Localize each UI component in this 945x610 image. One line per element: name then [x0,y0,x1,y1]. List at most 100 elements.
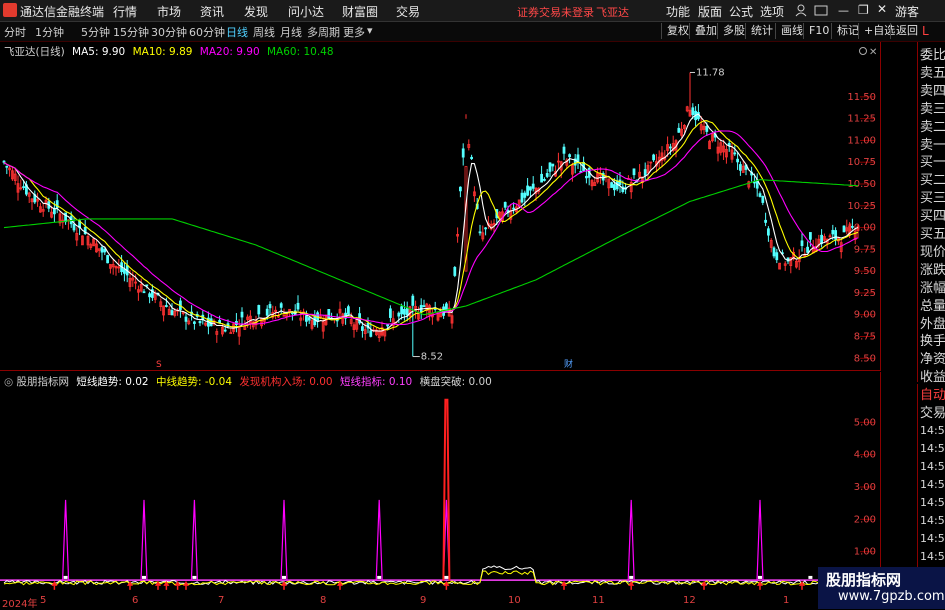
high-annotation: 11.78 [696,67,725,78]
candle-body [369,330,373,337]
candle-body [193,321,196,324]
watermark-title: 股朋指标网 [826,571,902,589]
candle-body [361,326,364,331]
window-menu-formula[interactable]: 公式 [729,3,753,20]
candle-body [669,146,672,149]
indicator-spike [140,499,148,581]
btn-back[interactable]: 返回 [890,23,923,39]
breakout-marker [192,575,197,579]
candle-body [767,228,770,236]
candle-body [523,192,527,198]
candle-body [123,269,126,274]
y-tick-label: 8.75 [854,332,876,343]
btn-f10[interactable]: F10 [803,23,834,39]
x-tick-label: 5 [40,595,47,606]
candle-body [562,146,566,154]
side-label: 买一 [920,155,945,171]
period-weekly[interactable]: 周线 [253,24,275,40]
window-menu-options[interactable]: 选项 [760,3,784,20]
window-menu-function[interactable]: 功能 [666,3,690,20]
candle-body [691,107,695,116]
candle-body [265,308,269,316]
event-marker: 财 [564,358,573,370]
candle-body [851,225,854,228]
candle-body [279,303,283,308]
period-30min[interactable]: 30分钟 [151,24,187,40]
menu-item-news[interactable]: 资讯 [200,3,224,20]
side-label: 总量 [920,298,945,314]
candle-body [106,255,109,264]
candle-body [403,309,406,315]
main-chart[interactable]: 飞亚达(日线) MA5: 9.90 MA10: 9.89 MA20: 9.90 … [0,42,881,371]
menu-item-discover[interactable]: 发现 [244,3,268,20]
institution-spike [442,398,451,581]
candlestick-chart[interactable]: 8.508.759.009.259.509.7510.0010.2510.501… [0,42,880,370]
menu-item-wealth[interactable]: 财富圈 [342,3,378,20]
period-intraday[interactable]: 分时 [4,24,26,40]
user-label[interactable]: 游客 [895,3,919,20]
period-5min[interactable]: 5分钟 [81,24,110,40]
x-tick-label: 2024年 [2,599,38,610]
restore-icon[interactable]: ❐ [858,3,869,17]
stock-link[interactable]: 飞亚达 [596,4,629,20]
chevron-down-icon[interactable]: ▾ [367,24,373,37]
candle-body [223,329,227,332]
period-1min[interactable]: 1分钟 [35,24,64,40]
candle-body [165,305,168,307]
quote-side-panel: 委比 卖五 卖四 卖三 卖二 卖一 买一 买二 买三 买四 买五 现价 涨跌 涨幅 总量 外盘 换手 净资 收益 [917,42,945,385]
candle-body [503,201,507,208]
btn-stats[interactable]: 统计 [745,23,778,39]
candle-body [585,175,588,179]
candle-body [405,307,409,316]
candle-body [761,196,765,203]
side-label: 委比 [920,48,945,63]
candle-body [305,315,308,322]
candle-body [459,186,462,192]
candle-body [834,230,837,240]
candle-body [386,324,389,327]
period-15min[interactable]: 15分钟 [113,24,149,40]
candle-body [736,158,739,163]
login-warning[interactable]: 证券交易未登录 [517,4,594,20]
side-auto[interactable]: 自动 [920,384,945,403]
period-multi[interactable]: 多周期 [307,24,340,40]
y-tick-label: 9.50 [854,266,876,277]
menu-item-quotes[interactable]: 行情 [113,3,137,20]
candle-body [543,179,546,181]
period-more[interactable]: 更多 [343,24,365,40]
menu-item-ask[interactable]: 问小达 [288,3,324,20]
menu-item-trade[interactable]: 交易 [396,3,420,20]
indicator-spike [280,499,288,581]
period-monthly[interactable]: 月线 [280,24,302,40]
indicator-chart[interactable]: ◎ 股朋指标网 短线趋势: 0.02 中线趋势: -0.04 发现机构入场: 0… [0,372,881,592]
candle-body [198,321,202,324]
candle-body [540,173,543,183]
period-daily[interactable]: 日线 [226,24,248,40]
candle-body [268,304,272,309]
side-label: 涨幅 [920,280,945,296]
time-side-panel: 自动 交易 14:56 14:56 14:56 14:56 14:56 14:56 14:5… [917,384,945,594]
indicator-spike [190,499,198,581]
candle-body [470,156,473,160]
y-tick-label: 11.25 [847,114,876,125]
period-60min[interactable]: 60分钟 [189,24,225,40]
candle-body [800,240,804,246]
ma20-line [3,130,859,326]
candle-body [652,154,655,161]
candle-body [307,317,311,321]
window-menu-layout[interactable]: 版面 [698,3,722,20]
indicator-spike [756,499,764,581]
time-label: 14:56 [920,460,945,473]
menu-item-market[interactable]: 市场 [157,3,181,20]
candle-body [53,208,56,215]
indicator-plot[interactable]: 1.00 2.00 3.00 4.00 5.00 [0,372,880,592]
min-icon[interactable]: — [838,4,849,17]
candle-body [461,148,465,158]
app-logo-icon [3,3,17,17]
candle-body [5,165,9,168]
candle-body [218,320,221,324]
candle-body [184,316,188,322]
side-trade[interactable]: 交易 [920,402,945,421]
candle-body [400,306,403,315]
close-icon[interactable]: ✕ [877,2,887,16]
